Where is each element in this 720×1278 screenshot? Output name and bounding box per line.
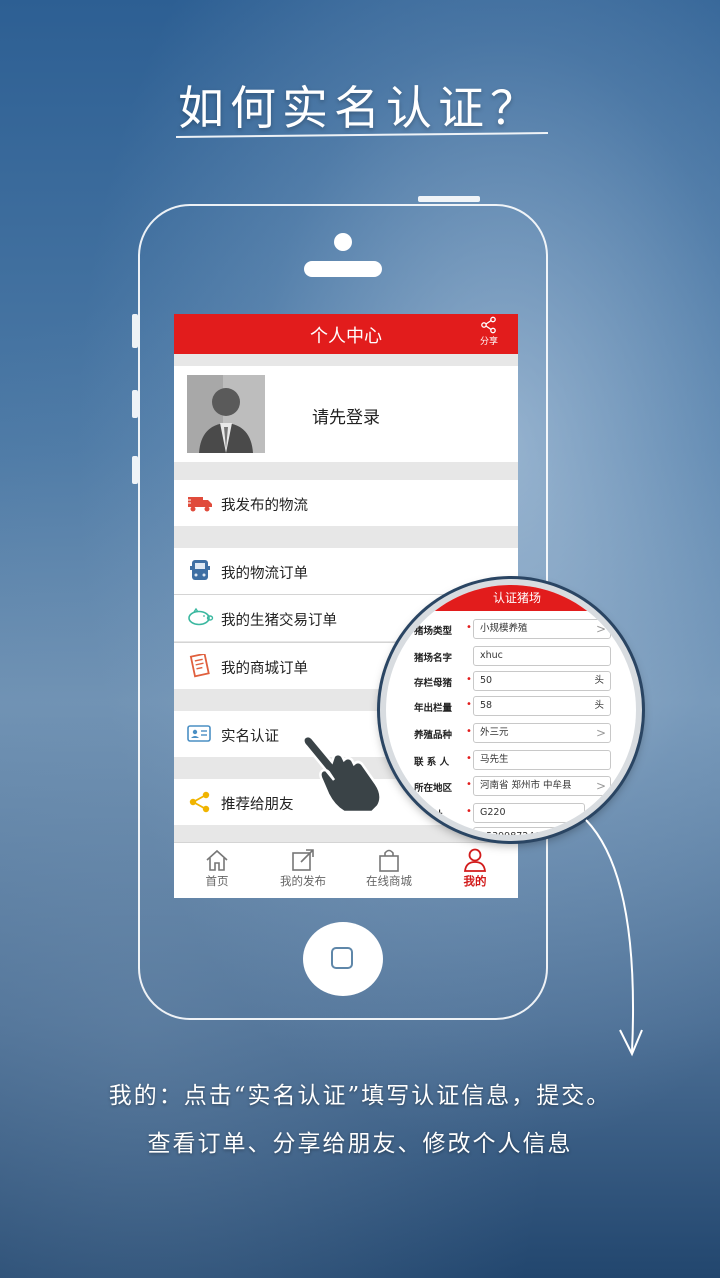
- menu-item-label: 实名认证: [221, 729, 279, 745]
- chevron-right-icon: >: [595, 726, 606, 740]
- address-input[interactable]: G220: [473, 803, 585, 823]
- mute-switch: [132, 314, 138, 348]
- form-row-region[interactable]: 所在地区 • 河南省 郑州市 中牟县 >: [386, 776, 636, 798]
- form-row-sow-stock[interactable]: 存栏母猪 • 50 头: [386, 671, 636, 693]
- pointing-hand-icon: [302, 734, 382, 814]
- home-button[interactable]: [303, 922, 383, 996]
- contact-input[interactable]: 马先生: [473, 750, 611, 770]
- tab-label: 我的发布: [280, 874, 326, 888]
- magnifier-callout: 认证猪场 猪场类型 • 小规模养殖 > 猪场名字 xhuc 存栏母猪 • 50 头 …: [380, 579, 642, 841]
- share-icon: [481, 316, 496, 334]
- chevron-right-icon: >: [595, 779, 606, 793]
- farm-type-select[interactable]: 小规模养殖 >: [473, 619, 611, 639]
- menu-item-label: 我发布的物流: [221, 498, 308, 514]
- breed-select[interactable]: 外三元 >: [473, 723, 611, 743]
- page-title: 个人中心: [310, 326, 382, 347]
- sow-stock-input[interactable]: 50 头: [473, 671, 611, 691]
- camera: [334, 233, 352, 251]
- form-row-farm-type[interactable]: 猪场类型 • 小规模养殖 >: [386, 619, 636, 641]
- location-pin-icon[interactable]: [589, 802, 605, 818]
- avatar[interactable]: [187, 375, 265, 453]
- speaker: [304, 261, 382, 277]
- volume-up-button: [132, 390, 138, 418]
- curved-arrow-icon: [585, 819, 643, 1057]
- tab-label: 我的: [463, 874, 487, 888]
- chevron-right-icon: >: [595, 622, 606, 636]
- menu-item-label: 我的商城订单: [221, 661, 308, 677]
- tab-bar: 首页 我的发布 在线商城 我的: [174, 842, 518, 898]
- truck-icon: [186, 497, 212, 512]
- caption-line-1: 我的：点击“实名认证”填写认证信息，提交。: [108, 1083, 612, 1109]
- id-card-icon: [187, 725, 211, 742]
- tab-home[interactable]: 首页: [174, 843, 260, 898]
- profile-card[interactable]: 请先登录: [174, 366, 518, 462]
- form-row-annual-output[interactable]: 年出栏量 • 58 头: [386, 696, 636, 718]
- caption-line-2: 查看订单、分享给朋友、修改个人信息: [147, 1131, 573, 1157]
- annual-output-input[interactable]: 58 头: [473, 696, 611, 716]
- share-label: 分享: [479, 337, 498, 347]
- login-prompt[interactable]: 请先登录: [312, 403, 380, 428]
- volume-down-button: [132, 456, 138, 484]
- tab-online-mall[interactable]: 在线商城: [346, 843, 432, 898]
- form-title: 认证猪场: [386, 585, 636, 611]
- menu-item-label: 我的生猪交易订单: [221, 613, 337, 629]
- delivery-truck-icon: [190, 560, 210, 580]
- menu-item-label: 推荐给朋友: [221, 797, 294, 813]
- form-row-contact[interactable]: 联 系 人 • 马先生: [386, 750, 636, 772]
- shopping-bag-icon: [379, 849, 399, 872]
- share-icon: [189, 791, 210, 813]
- form-row-breed[interactable]: 养殖品种 • 外三元 >: [386, 723, 636, 745]
- receipt-icon: [189, 654, 210, 678]
- farm-name-input[interactable]: xhuc: [473, 646, 611, 666]
- menu-item-label: 我的物流订单: [221, 566, 308, 582]
- tab-label: 首页: [205, 874, 229, 888]
- power-button: [418, 196, 480, 202]
- share-button[interactable]: 分享: [474, 316, 504, 347]
- publish-icon: [292, 849, 314, 871]
- user-icon: [463, 848, 487, 872]
- title-bar: 个人中心 分享: [174, 314, 518, 354]
- tab-label: 在线商城: [366, 874, 412, 888]
- tab-mine[interactable]: 我的: [432, 843, 518, 898]
- headline: 如何实名认证？: [178, 81, 542, 135]
- form-row-farm-name[interactable]: 猪场名字 xhuc: [386, 646, 636, 668]
- menu-item-my-logistics-posts[interactable]: 我发布的物流: [174, 480, 518, 526]
- tab-my-posts[interactable]: 我的发布: [260, 843, 346, 898]
- pig-icon: [188, 607, 214, 626]
- home-icon: [206, 849, 228, 871]
- region-select[interactable]: 河南省 郑州市 中牟县 >: [473, 776, 611, 796]
